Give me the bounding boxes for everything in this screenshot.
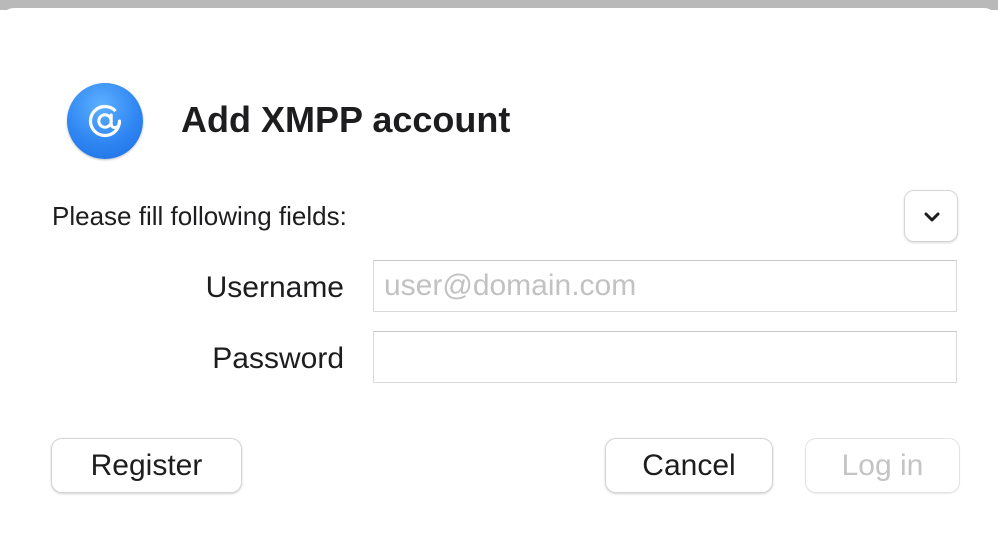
- register-button[interactable]: Register: [51, 438, 242, 493]
- chevron-down-icon: [924, 212, 940, 222]
- at-sign-icon: [67, 83, 143, 159]
- disclosure-button[interactable]: [904, 190, 958, 242]
- form-instructions: Please fill following fields:: [52, 201, 347, 231]
- username-label: Username: [205, 271, 344, 304]
- password-input[interactable]: [373, 331, 957, 383]
- password-label: Password: [212, 342, 344, 375]
- login-button[interactable]: Log in: [805, 438, 960, 493]
- dialog-title: Add XMPP account: [181, 99, 511, 140]
- username-input[interactable]: [373, 260, 957, 312]
- cancel-button[interactable]: Cancel: [605, 438, 773, 493]
